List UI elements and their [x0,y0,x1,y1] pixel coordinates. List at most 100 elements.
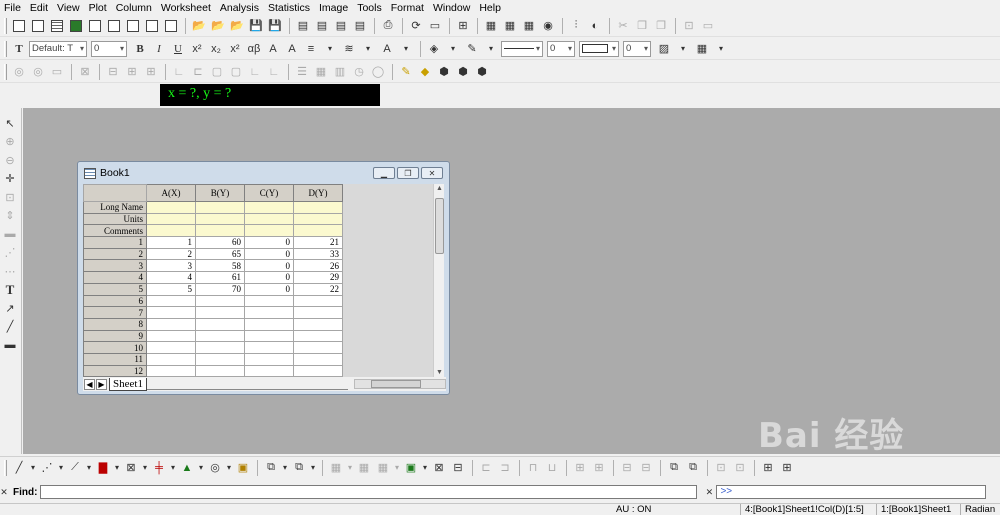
area-plot-icon[interactable]: ▲ [178,459,196,477]
menu-view[interactable]: View [57,2,80,14]
timestamp-icon[interactable]: ◷ [350,63,368,81]
chevron-down-icon[interactable]: ▾ [197,459,205,477]
data-reader-icon[interactable]: ✛ [1,170,19,188]
units-cell[interactable] [146,212,196,226]
line-color-icon[interactable]: ✎ [463,40,481,58]
reset-icon[interactable]: ⬢ [473,63,491,81]
border-width-select[interactable]: 0 [623,40,651,57]
zoom-out-tool-icon[interactable]: ⊖ [1,151,19,169]
axis-tick-icon[interactable]: ∟ [265,63,283,81]
command-window-input[interactable]: >> [716,485,987,499]
font-color-icon[interactable]: A [378,40,396,58]
column-plot-icon[interactable]: ▇ [94,459,112,477]
column-header-a[interactable]: A(X) [146,184,196,202]
open-icon[interactable]: 📂 [190,17,208,35]
align-hcenter-icon[interactable]: ⊞ [590,459,608,477]
chevron-down-icon[interactable]: ▾ [225,459,233,477]
menu-help[interactable]: Help [479,2,501,14]
paste-icon[interactable]: ❐ [652,17,670,35]
workbook-title-bar[interactable]: Book1 ▁ ❐ ✕ [78,162,449,184]
column-header-d[interactable]: D(Y) [293,184,343,202]
minimize-button[interactable]: ▁ [373,167,395,179]
project-explorer-icon[interactable]: ⊞ [454,17,472,35]
row-header[interactable]: 2 [83,247,147,261]
superscript-icon[interactable]: x² [188,40,206,58]
color-scale-icon[interactable]: ▥ [331,63,349,81]
same-height-icon[interactable]: ⊟ [637,459,655,477]
chevron-down-icon[interactable]: ▾ [421,459,429,477]
fill-color-icon[interactable]: ◈ [425,40,443,58]
row-header[interactable]: 12 [83,364,147,377]
tab-next-icon[interactable]: ▶ [96,378,107,390]
cell-a[interactable] [146,329,196,343]
grid-pattern-icon[interactable]: ▦ [693,40,711,58]
toolbar-grip[interactable] [4,40,7,57]
refresh-icon[interactable]: ⟳ [407,17,425,35]
decrease-font-icon[interactable]: A [283,40,301,58]
worksheet-grid[interactable]: A(X) B(Y) C(Y) D(Y) Long Name Units Comm… [83,184,435,377]
menu-analysis[interactable]: Analysis [220,2,259,14]
zoom-in-tool-icon[interactable]: ⊕ [1,133,19,151]
chevron-down-icon[interactable]: ▾ [393,459,401,477]
fill-pattern-icon[interactable]: ▨ [655,40,673,58]
bold-icon[interactable]: B [131,40,149,58]
open-template-icon[interactable]: 📂 [209,17,227,35]
new-matrix-icon[interactable] [105,17,123,35]
cell-b[interactable]: 58 [195,259,245,273]
cell-b[interactable]: 65 [195,247,245,261]
cell-b[interactable] [195,317,245,331]
column-header-b[interactable]: B(Y) [195,184,245,202]
cell-b[interactable]: 60 [195,236,245,249]
cell-c[interactable] [244,329,294,343]
mask-tool-icon[interactable]: ▬ [1,225,19,243]
group-icon[interactable]: ⧉ [665,459,683,477]
cell-d[interactable] [293,329,343,343]
chevron-down-icon[interactable]: ▾ [113,459,121,477]
menu-worksheet[interactable]: Worksheet [161,2,211,14]
3d-surface-icon[interactable]: ⧉ [290,459,308,477]
cell-b[interactable] [195,294,245,308]
increase-font-icon[interactable]: A [264,40,282,58]
cell-d[interactable] [293,306,343,319]
chevron-down-icon[interactable]: ▾ [712,40,730,58]
polar-plot-icon[interactable]: ◎ [206,459,224,477]
template-icon[interactable]: ▣ [234,459,252,477]
cell-b[interactable] [195,329,245,343]
back-icon[interactable]: ⊡ [731,459,749,477]
row-header[interactable]: 4 [83,271,147,284]
font-size-select[interactable]: 0 [91,40,127,57]
screen-reader-icon[interactable]: ⊡ [1,188,19,206]
import-wizard-icon[interactable]: ▤ [351,17,369,35]
row-header[interactable]: 7 [83,306,147,319]
chevron-down-icon[interactable]: ▾ [29,459,37,477]
merge-icon[interactable]: ⊞ [123,63,141,81]
cell-d[interactable]: 26 [293,259,343,273]
cell-d[interactable] [293,364,343,377]
3d-mesh-icon[interactable]: ▦ [374,459,392,477]
worksheet-table[interactable]: A(X) B(Y) C(Y) D(Y) Long Name Units Comm… [83,184,343,377]
cell-c[interactable] [244,306,294,319]
scroll-thumb[interactable] [435,198,444,254]
underline-icon[interactable]: U [169,40,187,58]
close-button[interactable]: ✕ [421,167,443,179]
sound-icon[interactable]: ◉ [539,17,557,35]
cell-c[interactable] [244,294,294,308]
region-tool-icon[interactable]: ⋯ [1,262,19,280]
select-all-corner[interactable] [83,184,147,202]
cell-b[interactable] [195,352,245,366]
open-excel-icon[interactable]: 📂 [228,17,246,35]
new-workbook-icon[interactable] [48,17,66,35]
long-name-cell[interactable] [244,201,294,214]
cell-b[interactable] [195,364,245,377]
zoom-in-icon[interactable]: ◎ [10,63,28,81]
restore-button[interactable]: ❐ [397,167,419,179]
data-selector-icon[interactable]: ⇕ [1,207,19,225]
line-tool-icon[interactable]: ╱ [1,318,19,336]
units-cell[interactable] [195,212,245,226]
new-folder-icon[interactable] [29,17,47,35]
zoom-out-icon[interactable]: ◎ [29,63,47,81]
line-width-select[interactable]: 0 [547,40,575,57]
cell-b[interactable]: 61 [195,271,245,284]
menu-file[interactable]: File [4,2,21,14]
menu-image[interactable]: Image [319,2,348,14]
